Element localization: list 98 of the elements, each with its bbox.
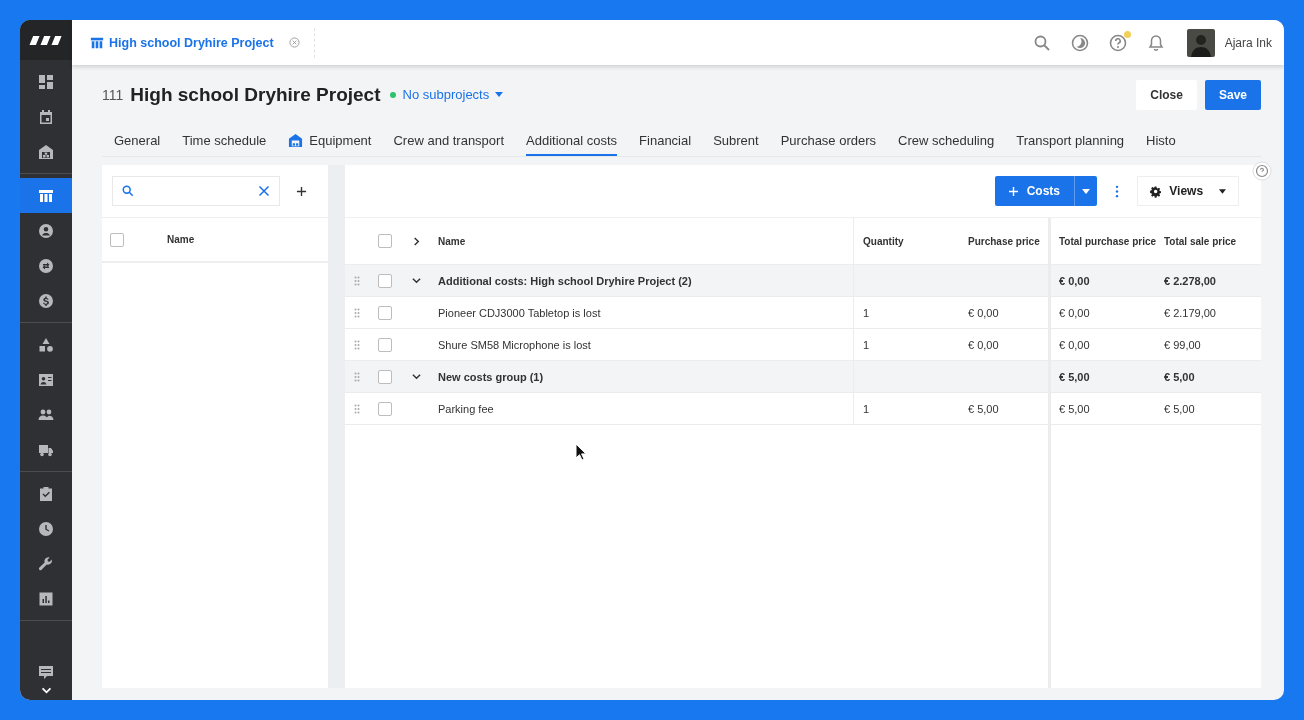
group-name: Additional costs: High school Dryhire Project (2) [438, 274, 692, 287]
drag-handle-icon[interactable] [354, 371, 360, 382]
column-header: Purchase price [968, 235, 1040, 247]
checkbox[interactable] [378, 337, 392, 352]
search-icon [122, 185, 134, 197]
clock-icon [38, 520, 54, 537]
tab[interactable]: Transport planning [1016, 124, 1125, 156]
project-number: 111 [102, 86, 124, 103]
theme-icon[interactable] [1070, 33, 1089, 52]
checkbox[interactable] [110, 232, 124, 247]
table-cell: € 2.278,00 [1164, 274, 1216, 287]
warehouse-icon [38, 143, 54, 160]
chevron-down-icon[interactable] [411, 276, 421, 285]
bell-icon[interactable] [1146, 33, 1165, 52]
subprojects-dropdown[interactable]: No subprojects [402, 87, 504, 102]
column-header: Name [167, 234, 195, 245]
task-icon [38, 485, 54, 502]
table-cell: € 5,00 [1059, 370, 1090, 383]
tab[interactable]: Time schedule [182, 124, 267, 156]
table-cell: € 0,00 [968, 306, 999, 319]
plus-icon [1008, 186, 1018, 196]
close-icon[interactable] [288, 37, 300, 48]
table-cell: 1 [863, 338, 870, 351]
tab[interactable]: Equipment [288, 124, 372, 156]
shapes-icon [38, 336, 54, 353]
table-cell: Parking fee [438, 402, 494, 415]
column-header: Total sale price [1164, 235, 1237, 247]
logo-icon [29, 34, 63, 46]
column-header: Quantity [863, 235, 904, 247]
checkbox[interactable] [378, 401, 392, 416]
person-icon [38, 222, 54, 239]
tab[interactable]: Crew and transport [393, 124, 505, 156]
table-cell: Pioneer CDJ3000 Tabletop is lost [438, 306, 601, 319]
table-cell: 1 [863, 402, 870, 415]
views-button[interactable]: Views [1137, 176, 1239, 206]
table-cell: € 5,00 [968, 402, 999, 415]
table-cell: € 0,00 [1059, 338, 1090, 351]
tab[interactable]: General [114, 124, 161, 156]
chart-icon [38, 590, 54, 607]
table-cell: € 5,00 [1164, 370, 1195, 383]
table-cell: € 99,00 [1164, 338, 1201, 351]
sidebar-item[interactable] [20, 178, 72, 213]
dashboard-icon [38, 73, 54, 90]
table-cell: € 5,00 [1164, 402, 1195, 415]
add-costs-button[interactable]: Costs [994, 176, 1097, 206]
dollar-icon [38, 292, 54, 309]
drag-handle-icon[interactable] [354, 275, 360, 286]
table-cell: € 2.179,00 [1164, 306, 1216, 319]
caret-icon [1219, 188, 1226, 194]
contact-card-icon [38, 371, 54, 388]
drag-handle-icon[interactable] [354, 339, 360, 350]
table-cell: € 0,00 [1059, 274, 1090, 287]
tab[interactable]: Crew scheduling [898, 124, 995, 156]
project-icon [38, 187, 54, 204]
drag-handle-icon[interactable] [354, 307, 360, 318]
caret-icon [1082, 188, 1090, 194]
drag-handle-icon[interactable] [354, 403, 360, 414]
expand-all-icon[interactable] [411, 236, 421, 246]
chevron-down-icon[interactable] [411, 372, 421, 381]
table-cell: 1 [863, 306, 870, 319]
project-title: High school Dryhire Project [130, 83, 381, 106]
exchange-icon [38, 257, 54, 274]
chat-icon [38, 665, 54, 681]
tab[interactable]: Additional costs [526, 124, 618, 156]
caret-icon [495, 92, 504, 97]
group-name: New costs group (1) [438, 370, 544, 383]
search-field[interactable] [112, 176, 280, 206]
more-icon[interactable] [1115, 184, 1119, 198]
app-tab-label: High school Dryhire Project [109, 35, 274, 50]
wrench-icon [38, 555, 54, 572]
checkbox[interactable] [378, 234, 392, 248]
checkbox[interactable] [378, 369, 392, 384]
column-header: Name [438, 235, 466, 247]
tab[interactable]: Financial [639, 124, 692, 156]
tab[interactable]: Purchase orders [780, 124, 877, 156]
table-cell: € 0,00 [968, 338, 999, 351]
checkbox[interactable] [378, 305, 392, 320]
tab[interactable]: Histo [1146, 124, 1176, 156]
tab[interactable]: Subrent [713, 124, 759, 156]
project-icon [90, 35, 104, 50]
app-tab[interactable]: High school Dryhire Project [90, 27, 315, 58]
table-cell: Shure SM58 Microphone is lost [438, 338, 591, 351]
avatar[interactable] [1186, 28, 1215, 57]
cursor-icon [575, 443, 587, 461]
close-button[interactable]: Close [1136, 79, 1197, 110]
table-cell: € 0,00 [1059, 306, 1090, 319]
table-cell: € 5,00 [1059, 402, 1090, 415]
save-button[interactable]: Save [1204, 79, 1261, 110]
user-name[interactable]: Ajara Ink [1224, 35, 1272, 50]
column-header: Total purchase price [1059, 235, 1157, 247]
status-dot [389, 91, 396, 98]
search-icon[interactable] [1032, 33, 1051, 52]
calendar-icon [38, 108, 54, 125]
add-icon[interactable] [296, 185, 307, 197]
clear-icon[interactable] [258, 185, 270, 197]
help-icon[interactable] [1108, 33, 1127, 52]
settings-icon [1150, 184, 1162, 198]
checkbox[interactable] [378, 273, 392, 288]
